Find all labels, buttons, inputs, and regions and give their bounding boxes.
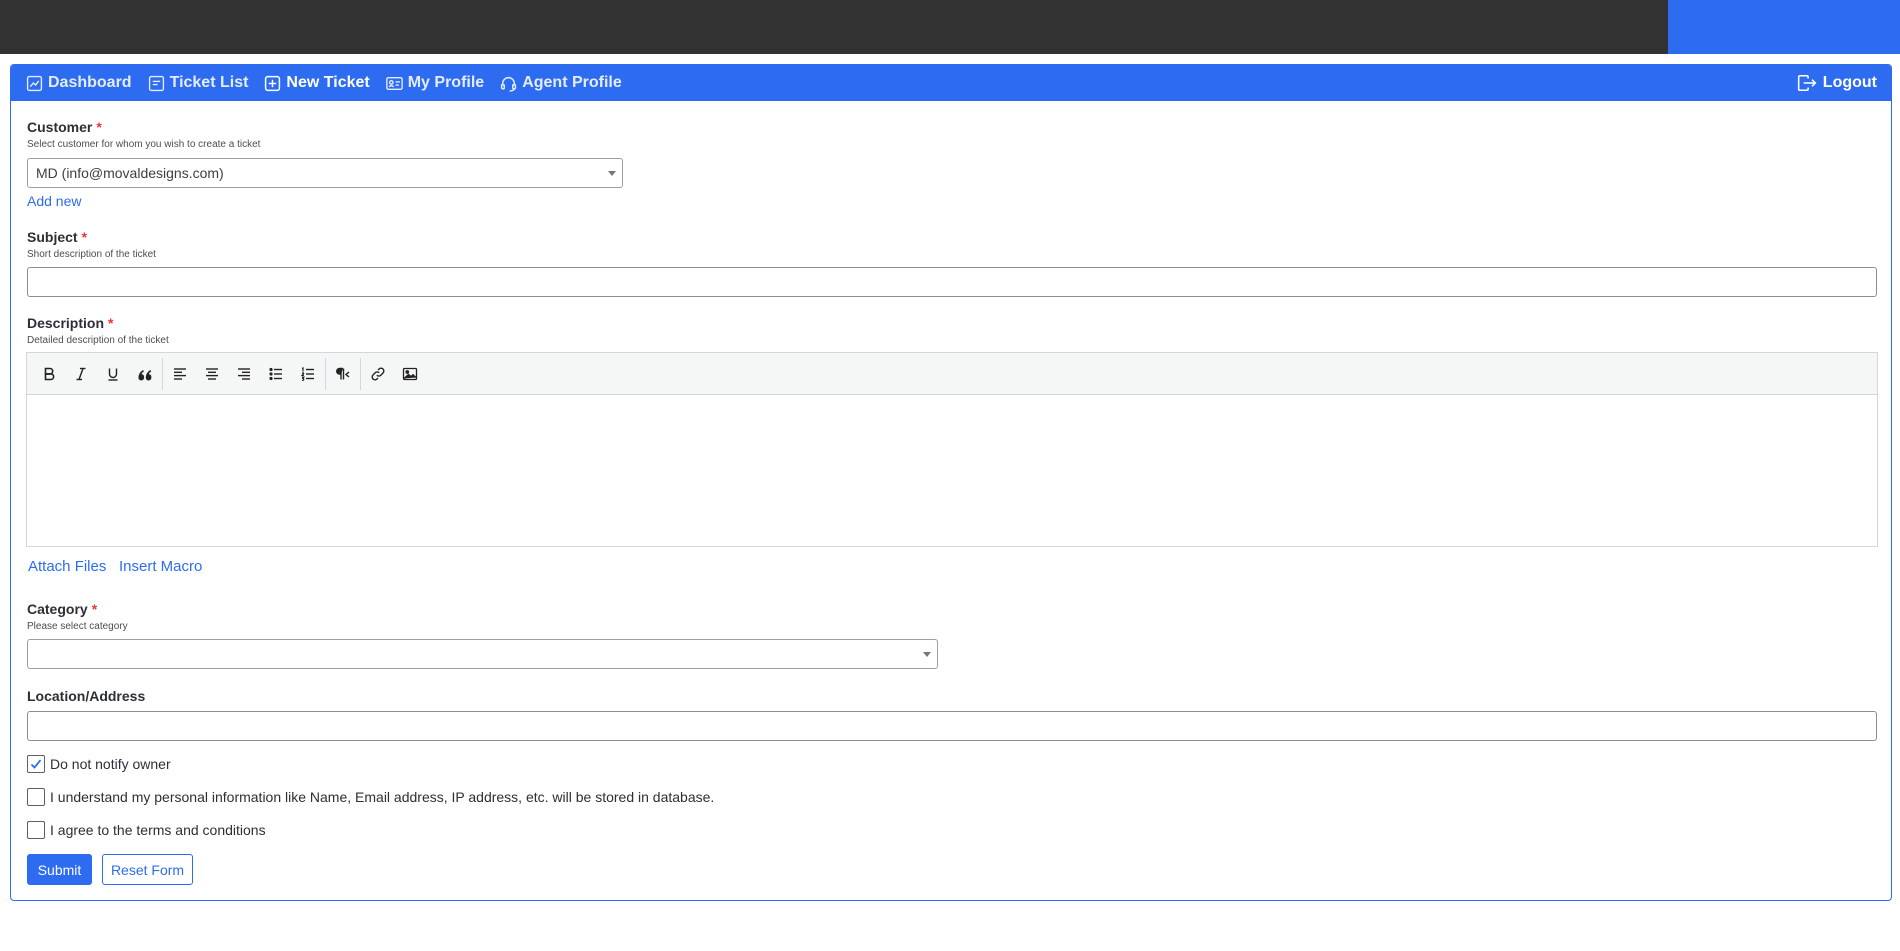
numbered-list-icon	[300, 366, 314, 381]
align-center-icon	[206, 367, 218, 380]
italic-icon	[76, 367, 86, 380]
notify-owner-label: Do not notify owner	[50, 756, 171, 772]
align-center-button[interactable]	[196, 359, 228, 389]
nav-my-profile[interactable]: My Profile	[385, 74, 485, 92]
headset-icon	[501, 76, 517, 92]
logout-label: Logout	[1822, 74, 1877, 91]
category-label: Category *	[27, 601, 97, 617]
chevron-down-icon	[608, 171, 616, 176]
privacy-consent-row: I understand my personal information lik…	[27, 788, 714, 806]
attach-files-link[interactable]: Attach Files	[28, 558, 106, 575]
insert-macro-link[interactable]: Insert Macro	[119, 558, 202, 575]
customer-selected-value: MD (info@movaldesigns.com)	[36, 165, 224, 181]
align-right-button[interactable]	[228, 359, 260, 389]
nav-ticket-list-label: Ticket List	[169, 74, 249, 91]
chart-icon	[26, 75, 43, 91]
numbered-list-button[interactable]	[292, 359, 324, 389]
paragraph-rtl-icon	[336, 367, 350, 379]
paragraph-direction-button[interactable]	[327, 359, 359, 389]
nav-agent-profile[interactable]: Agent Profile	[500, 74, 622, 92]
logout-icon	[1797, 75, 1817, 91]
blockquote-button[interactable]	[129, 359, 161, 389]
terms-checkbox[interactable]	[27, 821, 45, 839]
nav-new-ticket[interactable]: New Ticket	[264, 74, 370, 92]
category-label-text: Category	[27, 601, 88, 617]
italic-button[interactable]	[65, 359, 97, 389]
notify-owner-checkbox[interactable]	[27, 755, 45, 773]
description-editor	[26, 352, 1878, 547]
insert-link-button[interactable]	[362, 359, 394, 389]
required-mark: *	[91, 601, 98, 617]
notify-owner-row: Do not notify owner	[27, 755, 171, 773]
nav-ticket-list[interactable]: Ticket List	[148, 74, 249, 92]
link-icon	[371, 366, 385, 381]
subject-label-text: Subject	[27, 229, 78, 245]
customer-hint: Select customer for whom you wish to cre…	[27, 139, 261, 150]
chevron-down-icon	[923, 652, 931, 657]
toolbar-divider	[325, 357, 326, 390]
subject-label: Subject *	[27, 229, 87, 245]
description-label-text: Description	[27, 315, 105, 331]
browser-top-bar	[0, 0, 1900, 54]
nav-my-profile-label: My Profile	[407, 74, 485, 91]
terms-row: I agree to the terms and conditions	[27, 821, 266, 839]
align-left-button[interactable]	[164, 359, 196, 389]
add-new-customer-link[interactable]: Add new	[27, 193, 81, 209]
description-hint: Detailed description of the ticket	[27, 335, 169, 346]
editor-toolbar	[27, 353, 1877, 395]
ticket-form-panel: Dashboard Ticket List New Ticket My Prof…	[10, 64, 1892, 901]
id-card-icon	[385, 76, 403, 90]
required-mark: *	[81, 229, 88, 245]
location-input[interactable]	[27, 711, 1877, 741]
quote-icon	[138, 369, 152, 380]
nav-dashboard-label: Dashboard	[48, 74, 132, 91]
insert-image-button[interactable]	[394, 359, 426, 389]
privacy-consent-label: I understand my personal information lik…	[50, 789, 715, 805]
required-mark: *	[96, 119, 102, 135]
toolbar-divider	[162, 357, 163, 390]
align-right-icon	[238, 367, 250, 380]
description-text-area[interactable]	[27, 395, 1877, 546]
logout-button[interactable]: Logout	[1797, 74, 1877, 92]
subject-hint: Short description of the ticket	[27, 249, 156, 260]
location-label: Location/Address	[27, 688, 145, 704]
customer-label: Customer *	[27, 119, 102, 135]
image-icon	[402, 367, 418, 380]
top-bar-accent	[1668, 0, 1900, 54]
plus-square-icon	[265, 75, 281, 91]
submit-button[interactable]: Submit	[27, 854, 92, 885]
subject-input[interactable]	[27, 267, 1877, 297]
privacy-consent-checkbox[interactable]	[27, 788, 45, 806]
customer-label-text: Customer	[27, 119, 93, 135]
nav-dashboard[interactable]: Dashboard	[26, 74, 132, 92]
category-select[interactable]	[27, 639, 938, 669]
underline-icon	[108, 368, 118, 381]
bullet-list-icon	[269, 367, 282, 380]
required-mark: *	[108, 315, 114, 331]
checkmark-icon	[30, 759, 42, 769]
description-label: Description *	[27, 315, 113, 331]
bullet-list-button[interactable]	[260, 359, 292, 389]
bold-button[interactable]	[33, 359, 65, 389]
location-label-text: Location/Address	[27, 688, 146, 704]
bold-icon	[44, 367, 55, 380]
category-hint: Please select category	[27, 621, 128, 632]
toolbar-divider	[360, 357, 361, 390]
underline-button[interactable]	[97, 359, 129, 389]
terms-label: I agree to the terms and conditions	[50, 822, 266, 838]
nav-agent-profile-label: Agent Profile	[522, 74, 622, 91]
align-left-icon	[174, 367, 186, 380]
reset-form-button[interactable]: Reset Form	[102, 854, 193, 885]
nav-new-ticket-label: New Ticket	[286, 74, 370, 91]
list-icon	[148, 75, 164, 91]
main-nav: Dashboard Ticket List New Ticket My Prof…	[11, 65, 1891, 101]
customer-select[interactable]: MD (info@movaldesigns.com)	[27, 158, 623, 188]
